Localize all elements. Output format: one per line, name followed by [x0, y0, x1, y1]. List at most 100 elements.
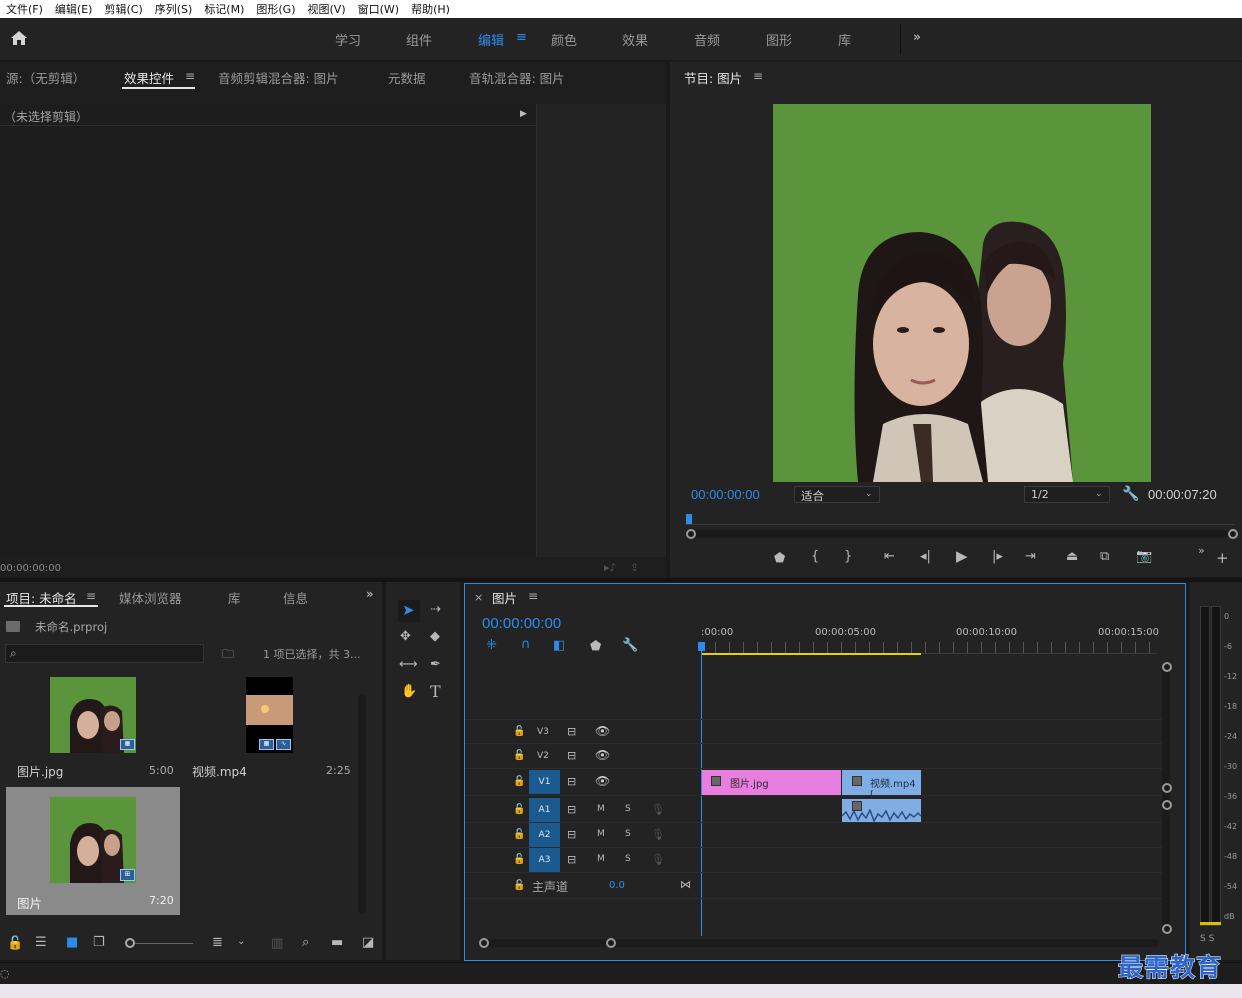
freeform-view-icon[interactable]: ❐: [93, 936, 105, 949]
program-video-frame[interactable]: [773, 104, 1151, 482]
zoom-handle-left[interactable]: [686, 529, 696, 539]
button-editor-icon[interactable]: +: [1216, 551, 1229, 566]
workspace-learn[interactable]: 学习: [335, 30, 361, 49]
linked-selection-icon[interactable]: ◧: [553, 639, 565, 652]
sync-lock-icon[interactable]: ⊟: [567, 853, 576, 866]
sync-lock-icon[interactable]: ⊟: [567, 775, 576, 788]
menu-graphics[interactable]: 图形(G): [250, 1, 301, 17]
scroll-handle[interactable]: [1162, 783, 1172, 793]
track-a2[interactable]: 🔓 A2 ⊟ M S 🎙: [465, 823, 1165, 848]
automate-to-sequence-icon[interactable]: ▥: [271, 937, 283, 950]
track-badge[interactable]: A1: [529, 798, 560, 822]
tab-info[interactable]: 信息: [283, 588, 308, 607]
tab-audio-clip-mixer[interactable]: 音频剪辑混合器: 图片: [218, 68, 339, 87]
home-icon[interactable]: [10, 30, 28, 46]
go-to-out-icon[interactable]: ⇥: [1025, 550, 1036, 563]
workspace-audio[interactable]: 音频: [694, 30, 720, 49]
scroll-handle[interactable]: [1162, 800, 1172, 810]
timeline-vertical-scrollbar[interactable]: [1162, 664, 1170, 934]
ripple-edit-tool-icon[interactable]: ✥: [400, 630, 411, 643]
extract-icon[interactable]: ⧉: [1100, 550, 1109, 563]
zoom-slider-handle[interactable]: [125, 938, 135, 948]
timeline-timecode[interactable]: 00:00:00:00: [482, 615, 561, 632]
eye-icon[interactable]: 👁: [595, 724, 610, 738]
meter-solo-buttons[interactable]: S S: [1200, 934, 1214, 944]
nest-icon[interactable]: ⁜: [486, 639, 497, 652]
track-v3[interactable]: 🔓 V3 ⊟ 👁: [465, 719, 1165, 744]
slip-tool-icon[interactable]: ⟷: [399, 658, 418, 671]
lock-icon[interactable]: 🔓: [513, 776, 525, 787]
playhead-marker[interactable]: [686, 514, 692, 524]
lift-icon[interactable]: ⏏: [1066, 550, 1078, 563]
eye-icon[interactable]: 👁: [595, 774, 610, 788]
expand-arrow-icon[interactable]: ▶: [520, 109, 527, 119]
project-search-input[interactable]: ⌕: [5, 644, 204, 663]
workspace-assembly[interactable]: 组件: [406, 30, 432, 49]
project-item[interactable]: ▦ ∿ 视频.mp4 2:25: [180, 675, 354, 785]
menu-edit[interactable]: 编辑(E): [49, 1, 99, 17]
track-select-tool-icon[interactable]: ⇢: [430, 603, 441, 616]
track-badge[interactable]: A3: [529, 848, 560, 872]
tab-libraries[interactable]: 库: [228, 588, 241, 607]
voiceover-mic-icon[interactable]: 🎙: [651, 828, 665, 841]
mute-button[interactable]: M: [597, 854, 605, 864]
track-badge[interactable]: V1: [529, 770, 560, 794]
lock-icon[interactable]: 🔓: [513, 750, 525, 761]
project-item[interactable]: ▦ 图片.jpg 5:00: [6, 675, 180, 785]
sync-lock-icon[interactable]: ⊟: [567, 828, 576, 841]
effect-timecode[interactable]: 00:00:00:00: [0, 563, 61, 574]
menu-marker[interactable]: 标记(M): [198, 1, 250, 17]
step-forward-icon[interactable]: |▸: [992, 550, 1003, 563]
workspace-graphics[interactable]: 图形: [766, 30, 792, 49]
video-clip[interactable]: 视频.mp4 [: [842, 770, 921, 801]
zoom-handle-right[interactable]: [1228, 529, 1238, 539]
new-bin-icon[interactable]: ▬: [331, 936, 343, 949]
master-volume-value[interactable]: 0.0: [609, 880, 625, 891]
zoom-scrollbar[interactable]: [686, 530, 1234, 538]
resolution-dropdown[interactable]: 1/2 ⌄: [1024, 486, 1110, 503]
razor-tool-icon[interactable]: ◆: [430, 630, 440, 643]
sync-lock-icon[interactable]: ⊟: [567, 749, 576, 762]
lock-icon[interactable]: 🔓: [513, 726, 525, 737]
menu-view[interactable]: 视图(V): [302, 1, 352, 17]
tab-audio-track-mixer[interactable]: 音轨混合器: 图片: [469, 68, 565, 87]
menu-window[interactable]: 窗口(W): [352, 1, 405, 17]
type-tool-icon[interactable]: T: [430, 684, 441, 700]
more-controls-icon[interactable]: »: [1198, 545, 1205, 556]
track-badge[interactable]: A2: [529, 823, 560, 847]
snap-icon[interactable]: ∩: [521, 638, 531, 651]
sort-icon[interactable]: ≣: [212, 936, 223, 949]
lock-icon[interactable]: 🔓: [513, 829, 525, 840]
workspace-menu-icon[interactable]: ≡: [516, 30, 527, 45]
list-view-icon[interactable]: ☰: [35, 936, 47, 949]
timeline-title[interactable]: 图片: [492, 588, 517, 607]
new-item-icon[interactable]: ◪: [362, 936, 374, 949]
workspace-editing[interactable]: 编辑: [478, 30, 504, 49]
selection-tool-icon[interactable]: ➤: [402, 603, 415, 618]
mark-in-icon[interactable]: {: [811, 550, 819, 563]
menu-help[interactable]: 帮助(H): [405, 1, 456, 17]
panel-menu-icon[interactable]: ≡: [86, 589, 96, 603]
project-item-selected[interactable]: ⊞ 图片 7:20: [6, 787, 180, 915]
mini-timeline-ruler[interactable]: [686, 524, 1234, 525]
voiceover-mic-icon[interactable]: 🎙: [651, 803, 665, 816]
fit-dropdown[interactable]: 适合 ⌄: [794, 486, 880, 503]
lock-icon[interactable]: 🔓: [7, 937, 23, 950]
audio-clip[interactable]: [842, 799, 921, 822]
sync-lock-icon[interactable]: ⊟: [567, 803, 576, 816]
step-back-icon[interactable]: ◂|: [920, 550, 931, 563]
tab-metadata[interactable]: 元数据: [388, 68, 426, 87]
lock-icon[interactable]: 🔓: [513, 880, 525, 891]
add-marker-icon[interactable]: ⬟: [590, 640, 601, 653]
close-tab-icon[interactable]: ×: [474, 591, 483, 604]
tab-source[interactable]: 源:（无剪辑）: [6, 68, 85, 87]
icon-view-icon[interactable]: ■: [66, 936, 78, 949]
playhead-marker[interactable]: [698, 642, 705, 651]
tab-effect-controls[interactable]: 效果控件: [124, 68, 174, 87]
lock-icon[interactable]: 🔓: [513, 854, 525, 865]
lock-icon[interactable]: 🔓: [513, 804, 525, 815]
export-frame-icon[interactable]: 📷: [1136, 550, 1152, 563]
program-timecode[interactable]: 00:00:00:00: [691, 487, 760, 502]
more-tabs-icon[interactable]: »: [366, 586, 374, 601]
mute-button[interactable]: M: [597, 829, 605, 839]
